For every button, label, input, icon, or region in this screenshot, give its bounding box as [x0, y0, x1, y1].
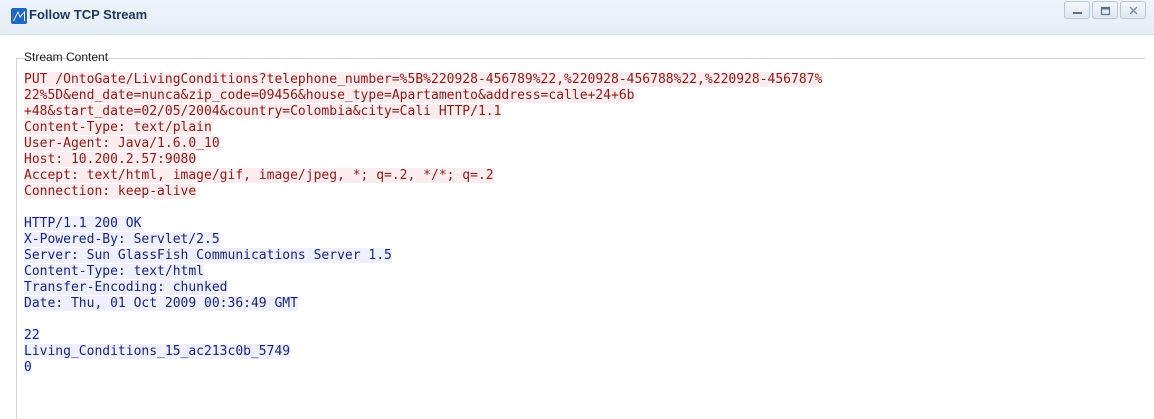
request-text: +48&start_date=02/05/2004&country=Colomb…	[24, 104, 502, 119]
response-line: X-Powered-By: Servlet/2.5	[24, 232, 1148, 248]
response-text: 22	[24, 328, 40, 343]
response-line: 0	[24, 360, 1148, 376]
response-text: 0	[24, 360, 32, 375]
response-text: HTTP/1.1 200 OK	[24, 216, 142, 231]
window-title: Follow TCP Stream	[29, 7, 148, 22]
request-line: Content-Type: text/plain	[24, 120, 1148, 136]
response-line: Server: Sun GlassFish Communications Ser…	[24, 248, 1148, 264]
maximize-button[interactable]	[1092, 1, 1118, 19]
request-text: Content-Type: text/plain	[24, 120, 212, 135]
request-text: User-Agent: Java/1.6.0_10	[24, 136, 220, 151]
request-line: 22%5D&end_date=nunca&zip_code=09456&hous…	[24, 88, 1148, 104]
response-line: 22	[24, 328, 1148, 344]
response-text: Date: Thu, 01 Oct 2009 00:36:49 GMT	[24, 296, 298, 311]
wireshark-fin-icon	[11, 8, 27, 24]
response-line: Date: Thu, 01 Oct 2009 00:36:49 GMT	[24, 296, 1148, 312]
request-text: Accept: text/html, image/gif, image/jpeg…	[24, 168, 494, 183]
response-line: Transfer-Encoding: chunked	[24, 280, 1148, 296]
response-line: Content-Type: text/html	[24, 264, 1148, 280]
stream-content-label: Stream Content	[24, 50, 109, 64]
response-line: HTTP/1.1 200 OK	[24, 216, 1148, 232]
request-line: Connection: keep-alive	[24, 184, 1148, 200]
request-text: Connection: keep-alive	[24, 184, 197, 199]
close-button[interactable]	[1120, 1, 1146, 19]
stream-content-textarea[interactable]: PUT /OntoGate/LivingConditions?telephone…	[24, 72, 1148, 418]
request-line: User-Agent: Java/1.6.0_10	[24, 136, 1148, 152]
request-line: PUT /OntoGate/LivingConditions?telephone…	[24, 72, 1148, 88]
window-controls	[1062, 1, 1146, 21]
request-line: Accept: text/html, image/gif, image/jpeg…	[24, 168, 1148, 184]
request-text: PUT /OntoGate/LivingConditions?telephone…	[24, 72, 823, 87]
request-text: Host: 10.200.2.57:9080	[24, 152, 197, 167]
response-text: X-Powered-By: Servlet/2.5	[24, 232, 220, 247]
request-line: +48&start_date=02/05/2004&country=Colomb…	[24, 104, 1148, 120]
response-text: Content-Type: text/html	[24, 264, 205, 279]
request-line: Host: 10.200.2.57:9080	[24, 152, 1148, 168]
title-bar[interactable]: Follow TCP Stream	[0, 0, 1154, 35]
response-line: Living_Conditions_15_ac213c0b_5749	[24, 344, 1148, 360]
minimize-button[interactable]	[1064, 1, 1090, 19]
response-text: Living_Conditions_15_ac213c0b_5749	[24, 344, 291, 359]
response-text: Transfer-Encoding: chunked	[24, 280, 228, 295]
request-text: 22%5D&end_date=nunca&zip_code=09456&hous…	[24, 88, 635, 103]
response-text: Server: Sun GlassFish Communications Ser…	[24, 248, 392, 263]
